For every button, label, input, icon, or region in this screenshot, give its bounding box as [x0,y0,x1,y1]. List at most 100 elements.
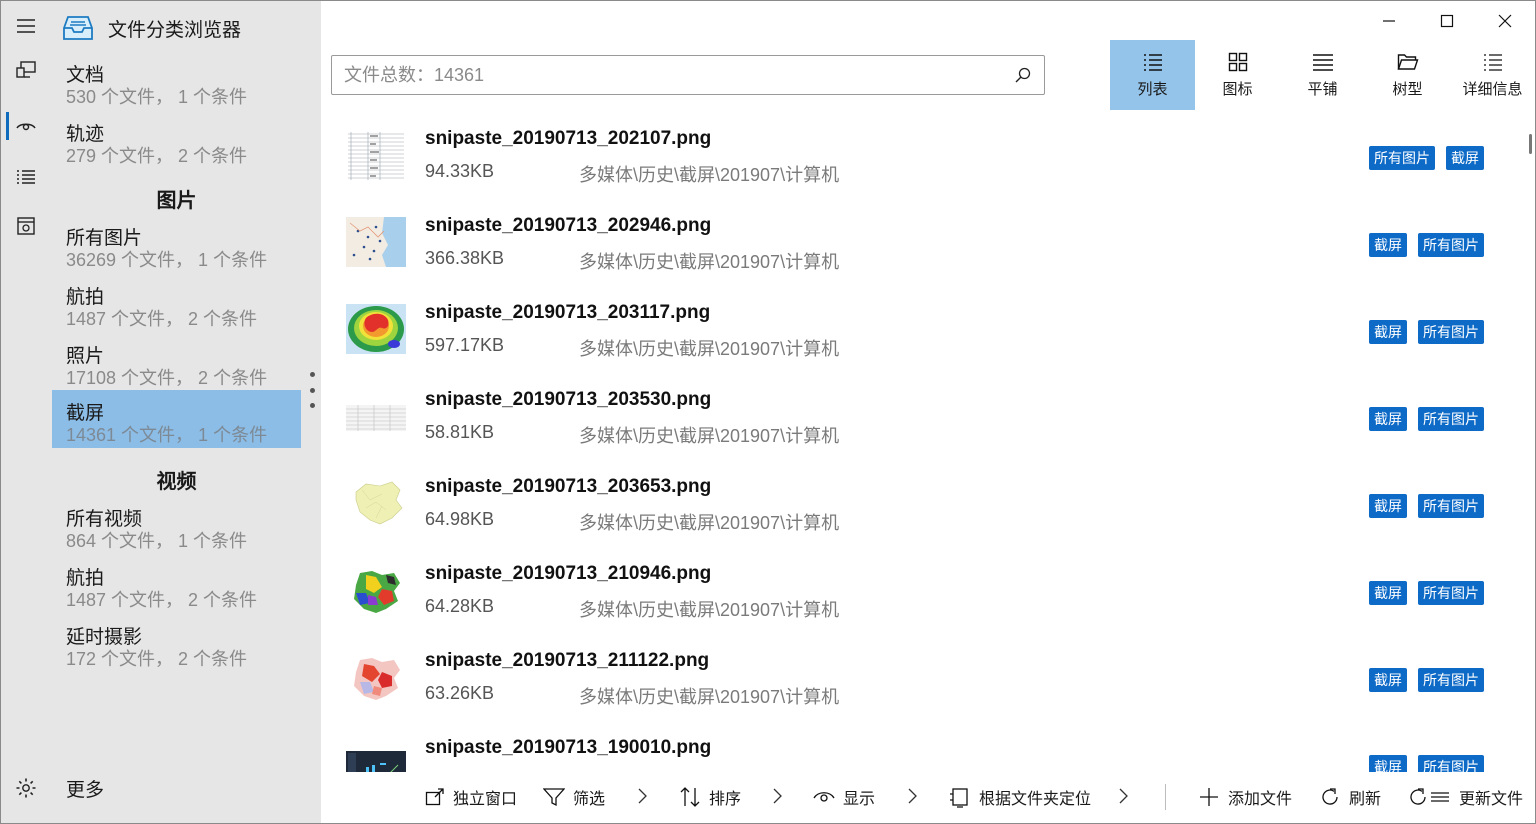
file-path: 多媒体\历史\截屏\201907\计算机 [579,252,840,272]
locate-by-folder-button[interactable]: 根据文件夹定位 [949,784,1091,810]
view-label: 图标 [1222,80,1253,98]
more-label: 更多 [66,779,105,801]
view-icons-button[interactable]: 图标 [1195,40,1280,110]
file-size: 94.33KB [425,161,495,181]
maximize-icon [1440,14,1454,28]
tag-badge[interactable]: 截屏 [1369,581,1407,605]
search-icon[interactable] [1014,66,1032,84]
file-row[interactable]: snipaste_20190713_203653.png 64.98KB 多媒体… [321,466,1526,553]
tag-badge[interactable]: 所有图片 [1369,146,1435,170]
more-button[interactable]: 更多 [0,768,321,808]
file-name: snipaste_20190713_203530.png [425,389,712,410]
sidebar-item-screenshots[interactable]: 截屏 14361 个文件， 1 个条件 [52,390,301,448]
file-row[interactable]: snipaste_20190713_202107.png 94.33KB 多媒体… [321,118,1526,205]
sidebar-item-count: 1487 个文件， 2 个条件 [66,590,258,610]
command-label: 筛选 [573,791,606,808]
command-label: 独立窗口 [453,791,518,808]
file-row[interactable]: snipaste_20190713_190010.png 截屏 所有图片 [321,727,1526,772]
tag-badge[interactable]: 截屏 [1369,668,1407,692]
tag-badge[interactable]: 所有图片 [1418,320,1484,344]
sidebar-item-aerial-videos[interactable]: 航拍 1487 个文件， 2 个条件 [52,555,301,613]
tag-badge[interactable]: 所有图片 [1418,407,1484,431]
list-icon[interactable] [0,152,52,200]
command-label: 显示 [843,791,876,808]
file-row[interactable]: snipaste_20190713_203530.png 58.81KB 多媒体… [321,379,1526,466]
file-row[interactable]: snipaste_20190713_202946.png 366.38KB 多媒… [321,205,1526,292]
file-size: 64.28KB [425,596,495,616]
chevron-right-icon[interactable] [907,788,917,804]
hamburger-menu-icon[interactable] [0,2,52,50]
refresh-icon [1322,788,1338,805]
view-label: 列表 [1137,80,1168,98]
sidebar-item-count: 279 个文件， 2 个条件 [66,146,248,166]
calendar-settings-icon[interactable] [0,202,52,250]
tag-badge[interactable]: 截屏 [1369,494,1407,518]
eye-icon[interactable] [0,102,52,150]
file-path: 多媒体\历史\截屏\201907\计算机 [579,600,840,620]
tag-badge[interactable]: 所有图片 [1418,581,1484,605]
maximize-button[interactable] [1418,2,1476,40]
tag-badge[interactable]: 截屏 [1369,407,1407,431]
standalone-window-button[interactable]: 独立窗口 [425,784,517,810]
view-tiles-button[interactable]: 平铺 [1280,40,1365,110]
tag-badge[interactable]: 所有图片 [1418,494,1484,518]
sidebar-item-documents[interactable]: 文档 530 个文件， 1 个条件 [52,52,301,110]
tag-badge[interactable]: 截屏 [1369,755,1407,772]
search-box[interactable] [331,55,1045,95]
scrollbar-thumb[interactable] [1529,134,1532,154]
file-row[interactable]: snipaste_20190713_211122.png 63.26KB 多媒体… [321,640,1526,727]
file-thumbnail [346,652,406,702]
sidebar-item-all-videos[interactable]: 所有视频 864 个文件， 1 个条件 [52,496,301,554]
view-label: 平铺 [1307,80,1338,98]
app-title: 文件分类浏览器 [108,19,242,41]
command-label: 排序 [709,791,742,808]
minimize-button[interactable] [1360,2,1418,40]
sidebar-item-count: 17108 个文件， 2 个条件 [66,368,268,388]
tag-badge[interactable]: 所有图片 [1418,233,1484,257]
filter-button[interactable]: 筛选 [543,784,605,810]
update-list-icon [1410,788,1449,805]
file-row[interactable]: snipaste_20190713_210946.png 64.28KB 多媒体… [321,553,1526,640]
file-size: 63.26KB [425,683,495,703]
devices-icon[interactable] [0,46,52,94]
command-label: 刷新 [1349,791,1382,808]
group-header-videos: 视频 [156,471,197,493]
tag-badge[interactable]: 截屏 [1446,146,1484,170]
file-size: 58.81KB [425,422,495,442]
update-file-button[interactable]: 更新文件 [1409,784,1523,810]
chevron-right-icon[interactable] [1118,788,1128,804]
sidebar-item-aerial[interactable]: 航拍 1487 个文件， 2 个条件 [52,274,301,332]
command-separator [1165,784,1166,810]
inbox-tray-icon [63,16,93,40]
file-row[interactable]: snipaste_20190713_203117.png 597.17KB 多媒… [321,292,1526,379]
display-button[interactable]: 显示 [813,784,875,810]
command-label: 根据文件夹定位 [979,791,1092,808]
app-header: 文件分类浏览器 [62,10,241,46]
tag-badge[interactable]: 截屏 [1369,320,1407,344]
add-file-button[interactable]: 添加文件 [1198,784,1292,810]
tag-badge[interactable]: 截屏 [1369,233,1407,257]
view-tree-button[interactable]: 树型 [1365,40,1450,110]
refresh-button[interactable]: 刷新 [1319,784,1381,810]
eye-icon [813,792,835,802]
command-label: 更新文件 [1459,791,1524,808]
new-window-icon [425,788,444,806]
folder-locate-icon [950,788,968,808]
file-name: snipaste_20190713_202107.png [425,128,712,149]
sidebar-item-photos[interactable]: 照片 17108 个文件， 2 个条件 [52,333,301,391]
search-input[interactable] [332,56,992,94]
view-details-button[interactable]: 详细信息 [1450,40,1535,110]
sidebar-item-timelapse[interactable]: 延时摄影 172 个文件， 2 个条件 [52,614,301,672]
view-list-button[interactable]: 列表 [1110,40,1195,110]
sidebar-item-tracks[interactable]: 轨迹 279 个文件， 2 个条件 [52,111,301,169]
tag-badge[interactable]: 所有图片 [1418,668,1484,692]
sidebar-item-all-images[interactable]: 所有图片 36269 个文件， 1 个条件 [52,215,301,273]
minimize-icon [1383,20,1395,22]
sort-button[interactable]: 排序 [679,784,741,810]
close-button[interactable] [1476,2,1534,40]
tag-badge[interactable]: 所有图片 [1418,755,1484,772]
pane-splitter-handle[interactable] [308,372,316,408]
chevron-right-icon[interactable] [637,788,647,804]
chevron-right-icon[interactable] [772,788,782,804]
sort-icon [680,787,700,807]
